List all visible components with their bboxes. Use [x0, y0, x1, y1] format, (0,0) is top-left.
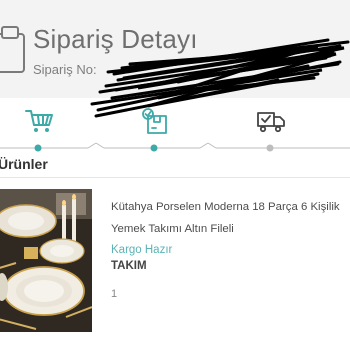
- cart-icon: [25, 110, 53, 132]
- product-quantity: 1: [111, 288, 118, 300]
- product-brand: TAKIM: [111, 260, 147, 272]
- product-name[interactable]: Kütahya Porselen Moderna 18 Parça 6 Kişi…: [111, 196, 350, 240]
- products-section-title: Ürünler: [0, 156, 48, 172]
- product-image[interactable]: [0, 189, 92, 332]
- package-check-icon: [142, 108, 167, 134]
- section-divider: [0, 177, 350, 178]
- delivery-truck-icon: [257, 112, 285, 133]
- order-detail-header: Sipariş Detayı Sipariş No:: [0, 0, 350, 118]
- porcelain-dinner-set-image: [0, 189, 92, 332]
- order-progress-steps: [0, 98, 350, 158]
- document-icon: [0, 26, 25, 73]
- shipping-status: Kargo Hazır: [111, 244, 173, 256]
